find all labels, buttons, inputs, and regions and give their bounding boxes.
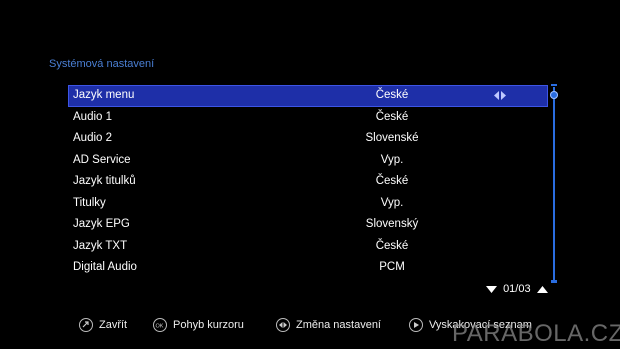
menu-row-label: Titulky (73, 196, 106, 209)
menu-row-label: Digital Audio (73, 261, 137, 273)
close-button[interactable]: Zavřít (79, 316, 127, 334)
menu-row-ad-service[interactable]: AD Service Vyp. (68, 150, 548, 172)
scrollbar-bottom-cap (551, 280, 557, 283)
page-title: Systémová nastavení (49, 58, 155, 70)
menu-row-label: AD Service (73, 153, 131, 166)
menu-row-value: České (375, 239, 409, 252)
exit-icon (79, 318, 93, 333)
menu-row-label: Jazyk TXT (73, 239, 128, 252)
page-counter: 01/03 (503, 283, 531, 296)
svg-text:OK: OK (156, 324, 164, 330)
menu-row-label: Audio 2 (73, 132, 113, 144)
page-indicator: 01/03 (486, 282, 548, 296)
menu-row-audio-1[interactable]: Audio 1 České (68, 107, 548, 129)
page-down-icon[interactable] (486, 285, 497, 293)
cursor-move-label: Pohyb kurzoru (173, 319, 244, 332)
menu-row-value: Vyp. (380, 196, 404, 209)
menu-row-audio-2[interactable]: Audio 2 Slovenské (68, 128, 548, 150)
change-setting-button[interactable]: Změna nastavení (276, 316, 381, 334)
menu-row-digital-audio[interactable]: Digital Audio PCM (68, 257, 548, 279)
ok-nav-icon: OK (153, 318, 167, 333)
page-up-icon[interactable] (536, 285, 548, 293)
settings-menu: Jazyk menu České Audio 1 České Audio 2 S… (68, 85, 548, 279)
menu-row-subtitle-language[interactable]: Jazyk titulků České (68, 171, 548, 193)
menu-row-value: Slovenské (365, 132, 419, 144)
menu-row-value: Vyp. (380, 153, 404, 166)
left-right-icon (276, 318, 290, 333)
menu-row-epg-language[interactable]: Jazyk EPG Slovenský (68, 214, 548, 236)
menu-row-txt-language[interactable]: Jazyk TXT České (68, 236, 548, 258)
watermark: PARABOLA.CZ (452, 320, 620, 347)
close-label: Zavřít (99, 319, 128, 332)
menu-row-subtitles[interactable]: Titulky Vyp. (68, 193, 548, 215)
scrollbar-top-cap (551, 84, 557, 86)
cursor-move-button[interactable]: OK Pohyb kurzoru (153, 316, 244, 334)
scrollbar[interactable] (550, 84, 558, 284)
scrollbar-track[interactable] (553, 87, 555, 281)
menu-row-label: Audio 1 (73, 110, 113, 123)
menu-row-label: Jazyk titulků (73, 175, 136, 187)
left-right-arrows-icon (494, 91, 506, 100)
change-setting-label: Změna nastavení (296, 319, 381, 332)
menu-row-value: PCM (379, 261, 405, 273)
menu-row-value: České (375, 175, 409, 187)
menu-row-value: Slovenský (365, 218, 419, 230)
menu-row-label: Jazyk EPG (73, 218, 130, 230)
menu-row-menu-language[interactable]: Jazyk menu České (68, 85, 548, 107)
scrollbar-thumb[interactable] (550, 91, 558, 99)
menu-row-value: České (375, 110, 409, 123)
menu-row-label: Jazyk menu (73, 89, 135, 101)
ok-list-icon (409, 318, 423, 333)
menu-row-value: České (375, 89, 409, 101)
